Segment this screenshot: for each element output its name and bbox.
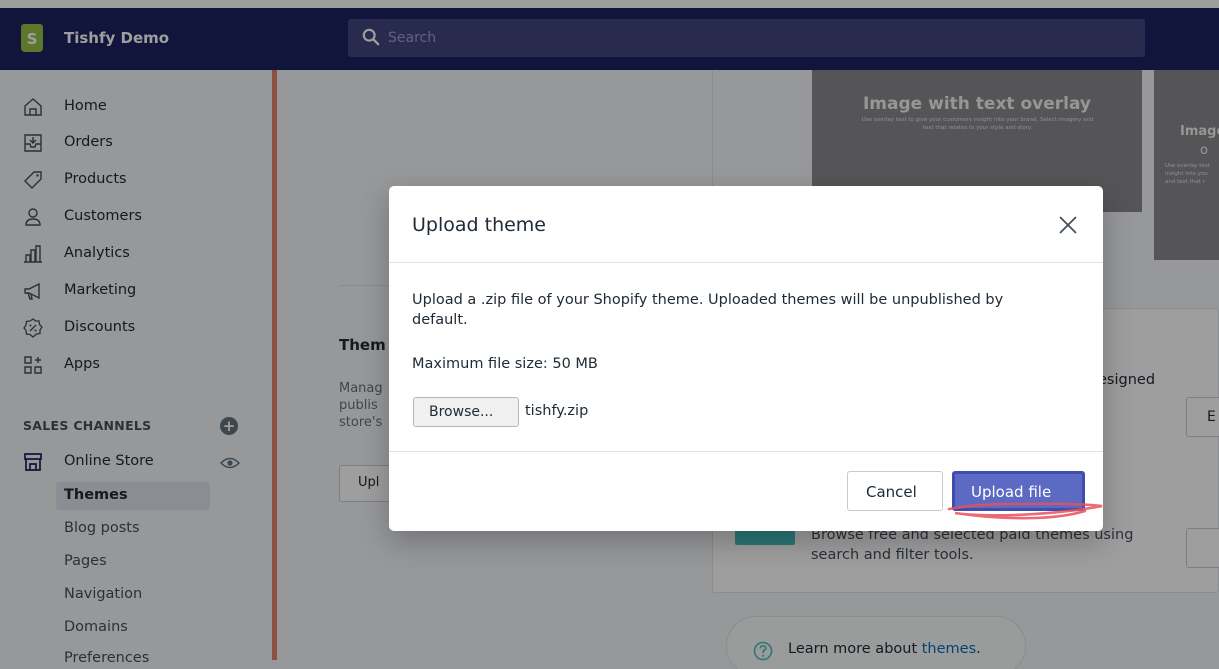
modal-description: Upload a .zip file of your Shopify theme… [412, 292, 1004, 328]
cancel-button-label: Cancel [866, 483, 917, 501]
close-icon[interactable] [1056, 213, 1080, 237]
upload-theme-modal: Upload theme Upload a .zip file of your … [389, 186, 1103, 531]
browse-button-label: Browse... [429, 404, 494, 420]
modal-header: Upload theme [389, 186, 1103, 263]
cancel-button[interactable]: Cancel [847, 471, 943, 511]
annotation-underline [947, 502, 1103, 520]
max-file-size: Maximum file size: 50 MB [412, 356, 598, 372]
modal-body: Upload a .zip file of your Shopify theme… [389, 264, 1103, 451]
browse-file-button[interactable]: Browse... [413, 397, 519, 427]
modal-title: Upload theme [412, 214, 546, 236]
selected-file-name: tishfy.zip [525, 403, 589, 419]
